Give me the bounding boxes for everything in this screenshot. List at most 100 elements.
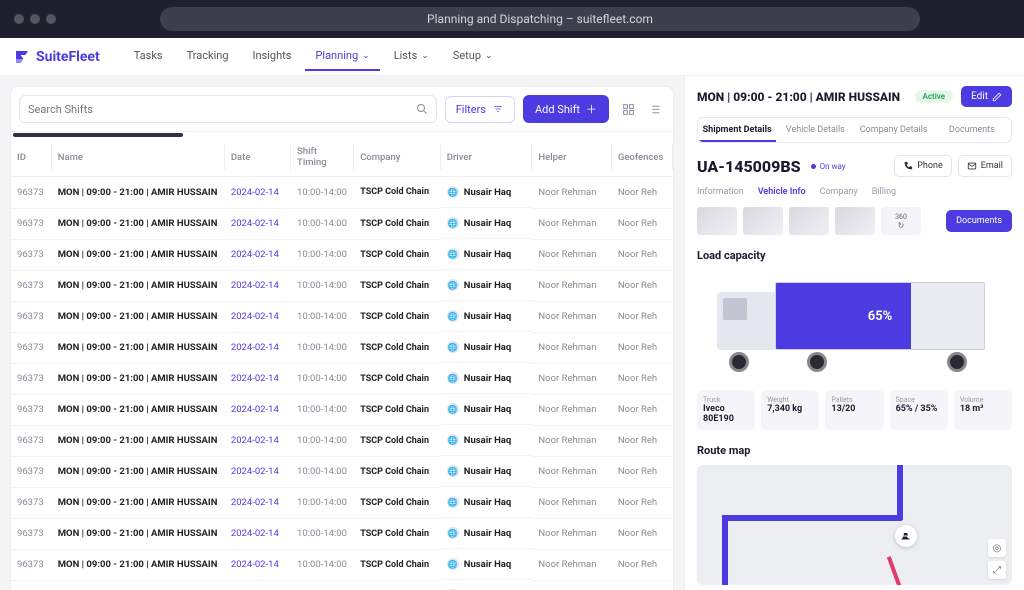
vehicle-stats: TruckIveco 80E190Weight7,340 kgPallets13… <box>697 390 1012 430</box>
section-tab[interactable]: Vehicle Details <box>776 118 854 142</box>
nav-item-planning[interactable]: Planning⌄ <box>305 42 379 71</box>
status-badge: Active <box>915 90 954 103</box>
view-list-icon[interactable] <box>643 98 665 120</box>
url-bar[interactable]: Planning and Dispatching – suitefleet.co… <box>160 7 920 31</box>
subtab[interactable]: Billing <box>872 187 896 197</box>
globe-icon: 🌐 <box>447 496 459 508</box>
phone-button[interactable]: Phone <box>894 155 952 177</box>
email-icon <box>967 161 977 171</box>
globe-icon: 🌐 <box>447 279 459 291</box>
table-toolbar: Filters Add Shift ＋ <box>10 86 674 132</box>
column-header[interactable]: Geofences <box>612 138 673 177</box>
table-row[interactable]: 96373 MON | 09:00 - 21:00 | AMIR HUSSAIN… <box>11 301 673 332</box>
table-row[interactable]: 96373 MON | 09:00 - 21:00 | AMIR HUSSAIN… <box>11 549 673 580</box>
globe-icon: 🌐 <box>447 248 459 260</box>
nav-item-setup[interactable]: Setup⌄ <box>443 42 503 71</box>
load-capacity-title: Load capacity <box>697 249 1012 262</box>
map-target-button[interactable]: ◎ <box>988 539 1006 557</box>
table-row[interactable]: 96373 MON | 09:00 - 21:00 | AMIR HUSSAIN… <box>11 518 673 549</box>
nav-item-insights[interactable]: Insights <box>243 42 302 71</box>
section-tab[interactable]: Company Details <box>855 118 933 142</box>
table-row[interactable]: 96373 MON | 09:00 - 21:00 | AMIR HUSSAIN… <box>11 239 673 270</box>
section-tab[interactable]: Documents <box>933 118 1011 142</box>
vehicle-thumbnail[interactable] <box>697 207 737 235</box>
vehicle-thumbnail[interactable] <box>789 207 829 235</box>
table-row[interactable]: 96373 MON | 09:00 - 21:00 | AMIR HUSSAIN… <box>11 332 673 363</box>
globe-icon: 🌐 <box>447 465 459 477</box>
subtabs: Information Vehicle Info Company Billing <box>697 187 1012 197</box>
table-row[interactable]: 96373 MON | 09:00 - 21:00 | AMIR HUSSAIN… <box>11 487 673 518</box>
stat-box: Space65% / 35% <box>890 390 948 430</box>
section-tab[interactable]: Shipment Details <box>698 118 776 142</box>
globe-icon: 🌐 <box>447 310 459 322</box>
email-button[interactable]: Email <box>958 155 1012 177</box>
main-nav: TasksTrackingInsightsPlanning⌄Lists⌄Setu… <box>124 42 503 71</box>
vehicle-thumbnail[interactable] <box>835 207 875 235</box>
column-header[interactable]: Driver <box>441 138 533 177</box>
chevron-down-icon: ⌄ <box>362 51 370 61</box>
search-icon <box>416 100 428 119</box>
panel-title: MON | 09:00 - 21:00 | AMIR HUSSAIN <box>697 90 907 104</box>
table-row[interactable]: 96373 MON | 09:00 - 21:00 | AMIR HUSSAIN… <box>11 456 673 487</box>
stat-box: Weight7,340 kg <box>761 390 819 430</box>
chevron-down-icon: ⌄ <box>421 51 429 61</box>
stat-box: Volume18 m³ <box>954 390 1012 430</box>
load-percent: 65% <box>775 282 985 350</box>
window-controls[interactable] <box>14 14 56 24</box>
nav-item-tracking[interactable]: Tracking <box>177 42 239 71</box>
column-header[interactable]: Shift Timing <box>291 138 354 177</box>
status-chip: On way <box>811 162 846 171</box>
globe-icon: 🌐 <box>447 527 459 539</box>
globe-icon: 🌐 <box>447 434 459 446</box>
subtab[interactable]: Vehicle Info <box>758 187 806 197</box>
add-shift-button[interactable]: Add Shift ＋ <box>523 95 609 123</box>
subtab[interactable]: Company <box>820 187 858 197</box>
globe-icon: 🌐 <box>447 372 459 384</box>
vehicle-thumbnail[interactable] <box>743 207 783 235</box>
table-row[interactable]: 96373 MON | 09:00 - 21:00 | AMIR HUSSAIN… <box>11 425 673 456</box>
vehicle-id: UA-145009BS <box>697 157 801 176</box>
globe-icon: 🌐 <box>447 341 459 353</box>
map-fullscreen-button[interactable]: ⤢ <box>988 561 1006 579</box>
brand-name: SuiteFleet <box>36 49 100 65</box>
map-vehicle-pin[interactable] <box>895 525 917 547</box>
nav-item-tasks[interactable]: Tasks <box>124 42 173 71</box>
table-row[interactable]: 96373 MON | 09:00 - 21:00 | AMIR HUSSAIN… <box>11 394 673 425</box>
column-header[interactable]: Helper <box>532 138 611 177</box>
documents-button[interactable]: Documents <box>946 210 1012 232</box>
detail-panel: MON | 09:00 - 21:00 | AMIR HUSSAIN Activ… <box>684 76 1024 590</box>
subtab[interactable]: Information <box>697 187 744 197</box>
table-row[interactable]: 96373 MON | 09:00 - 21:00 | AMIR HUSSAIN… <box>11 580 673 590</box>
browser-chrome: Planning and Dispatching – suitefleet.co… <box>0 0 1024 38</box>
table-row[interactable]: 96373 MON | 09:00 - 21:00 | AMIR HUSSAIN… <box>11 363 673 394</box>
stat-box: Pallets13/20 <box>825 390 883 430</box>
table-row[interactable]: 96373 MON | 09:00 - 21:00 | AMIR HUSSAIN… <box>11 177 673 209</box>
section-tabs: Shipment DetailsVehicle DetailsCompany D… <box>697 117 1012 143</box>
column-header[interactable]: Company <box>354 138 441 177</box>
filters-button[interactable]: Filters <box>445 96 515 123</box>
truck-capacity-graphic: 65% <box>697 270 1012 380</box>
table-row[interactable]: 96373 MON | 09:00 - 21:00 | AMIR HUSSAIN… <box>11 270 673 301</box>
chevron-down-icon: ⌄ <box>485 51 493 61</box>
rotate-360-button[interactable]: 360 ↻ <box>881 207 921 235</box>
globe-icon: 🌐 <box>447 403 459 415</box>
brand-logo[interactable]: SuiteFleet <box>14 49 100 65</box>
route-map[interactable]: ◎ ⤢ <box>697 465 1012 585</box>
edit-button[interactable]: Edit <box>961 86 1012 107</box>
search-input-wrap[interactable] <box>19 95 437 123</box>
shifts-table: IDNameDateShift TimingCompanyDriverHelpe… <box>11 138 673 590</box>
view-grid-icon[interactable] <box>617 98 639 120</box>
pencil-icon <box>992 92 1002 102</box>
phone-icon <box>903 161 913 171</box>
route-map-title: Route map <box>697 444 1012 457</box>
column-header[interactable]: Name <box>52 138 225 177</box>
nav-item-lists[interactable]: Lists⌄ <box>384 42 439 71</box>
app-header: SuiteFleet TasksTrackingInsightsPlanning… <box>0 38 1024 76</box>
column-header[interactable]: ID <box>11 138 52 177</box>
search-input[interactable] <box>28 103 416 116</box>
globe-icon: 🌐 <box>447 186 459 198</box>
table-row[interactable]: 96373 MON | 09:00 - 21:00 | AMIR HUSSAIN… <box>11 208 673 239</box>
plus-icon: ＋ <box>586 101 597 117</box>
filter-icon <box>492 104 504 114</box>
column-header[interactable]: Date <box>225 138 291 177</box>
